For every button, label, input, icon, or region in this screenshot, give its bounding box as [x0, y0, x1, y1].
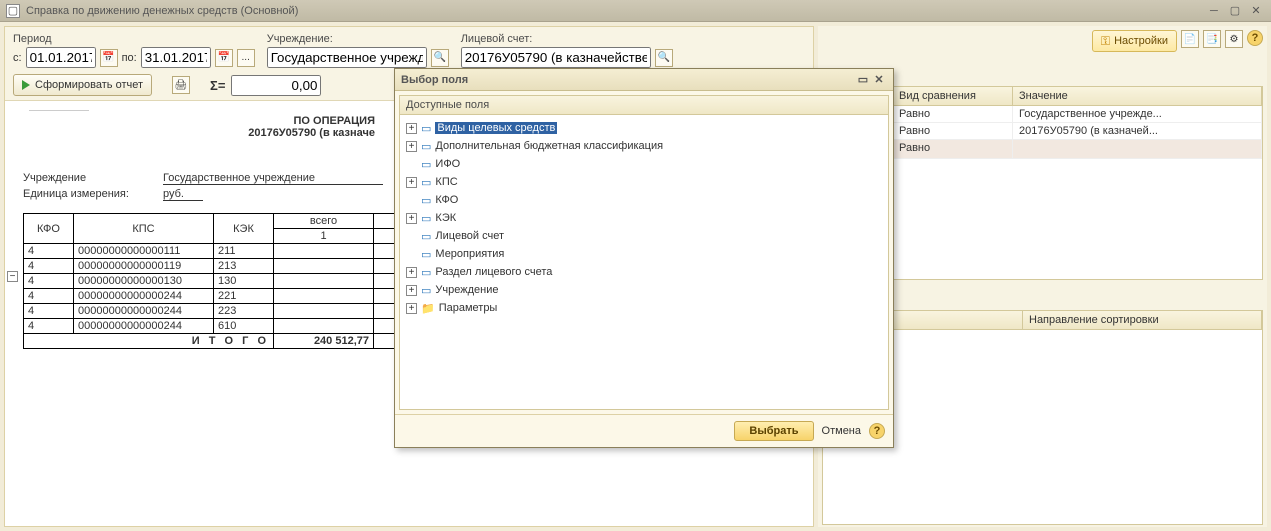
- col-vsego: всего: [274, 214, 374, 229]
- field-tree[interactable]: + ▭ Виды целевых средств + ▭ Дополнитель…: [400, 115, 888, 409]
- node-icon: ▭: [421, 266, 431, 279]
- account-input[interactable]: [461, 47, 651, 68]
- node-icon: ▭: [421, 248, 431, 261]
- tree-item[interactable]: ▭ Мероприятия: [406, 245, 882, 263]
- account-label: Лицевой счет:: [461, 33, 673, 45]
- tree-item[interactable]: + ▭ Виды целевых средств: [406, 119, 882, 137]
- report-heading-2: 20176У05790 (в казначе: [23, 127, 375, 139]
- expand-icon[interactable]: +: [406, 303, 417, 314]
- info-unit-val: руб.: [163, 188, 203, 201]
- tree-item[interactable]: ▭ ИФО: [406, 155, 882, 173]
- run-report-button[interactable]: Сформировать отчет: [13, 74, 152, 96]
- org-lookup-icon[interactable]: 🔍: [431, 49, 449, 67]
- tree-item[interactable]: + ▭ КЭК: [406, 209, 882, 227]
- period-label: Период: [13, 33, 255, 45]
- expand-icon[interactable]: +: [406, 267, 417, 278]
- to-label: по:: [122, 52, 137, 64]
- tree-item[interactable]: ▭ КФО: [406, 191, 882, 209]
- key-icon: ⚿: [1101, 34, 1110, 49]
- node-icon: ▭: [421, 158, 431, 171]
- sum-display: [231, 75, 321, 96]
- node-icon: ▭: [421, 212, 431, 225]
- date-from-input[interactable]: [26, 47, 96, 68]
- node-icon: ▭: [421, 194, 431, 207]
- minimize-button[interactable]: ─: [1205, 5, 1223, 17]
- rp-icon-2[interactable]: 📑: [1203, 30, 1221, 48]
- dialog-ok-button[interactable]: Выбрать: [734, 421, 813, 441]
- window-title: Справка по движению денежных средств (Ос…: [26, 5, 298, 17]
- play-icon: [22, 80, 30, 90]
- help-icon[interactable]: ?: [1247, 30, 1263, 46]
- node-icon: ▭: [421, 122, 431, 135]
- col-cmp: Вид сравнения: [893, 87, 1013, 105]
- dialog-subtitle: Доступные поля: [400, 96, 888, 115]
- calendar-from-icon[interactable]: 📅: [100, 49, 118, 67]
- sigma-label: Σ=: [210, 78, 225, 93]
- maximize-button[interactable]: ▢: [1226, 4, 1244, 17]
- rp-icon-3[interactable]: ⚙: [1225, 30, 1243, 48]
- print-button[interactable]: 🖨: [172, 76, 190, 94]
- info-unit-key: Единица измерения:: [23, 188, 153, 201]
- tree-item[interactable]: + ▭ Дополнительная бюджетная классификац…: [406, 137, 882, 155]
- dialog-close-button[interactable]: ✕: [871, 73, 887, 86]
- expand-icon[interactable]: +: [406, 285, 417, 296]
- node-icon: ▭: [421, 140, 431, 153]
- node-icon: ▭: [421, 230, 431, 243]
- org-input[interactable]: [267, 47, 427, 68]
- field-chooser-dialog: Выбор поля ▭ ✕ Доступные поля + ▭ Виды ц…: [394, 68, 894, 448]
- tree-item[interactable]: ▭ Лицевой счет: [406, 227, 882, 245]
- date-to-input[interactable]: [141, 47, 211, 68]
- expand-icon[interactable]: +: [406, 177, 417, 188]
- expand-icon[interactable]: +: [406, 141, 417, 152]
- expand-icon[interactable]: +: [406, 123, 417, 134]
- settings-button[interactable]: ⚿ Настройки: [1092, 30, 1177, 52]
- report-heading-1: ПО ОПЕРАЦИЯ: [23, 115, 375, 127]
- tree-item[interactable]: + ▭ Раздел лицевого счета: [406, 263, 882, 281]
- dialog-help-icon[interactable]: ?: [869, 423, 885, 439]
- col-val: Значение: [1013, 87, 1262, 105]
- dialog-title: Выбор поля: [401, 74, 468, 86]
- from-label: с:: [13, 52, 22, 64]
- calendar-to-icon[interactable]: 📅: [215, 49, 233, 67]
- dialog-restore-button[interactable]: ▭: [855, 73, 871, 86]
- window-titlebar: ▢ Справка по движению денежных средств (…: [0, 0, 1271, 22]
- account-lookup-icon[interactable]: 🔍: [655, 49, 673, 67]
- col-sort: Направление сортировки: [1023, 311, 1262, 329]
- outline-collapse-button[interactable]: −: [7, 271, 18, 282]
- expand-icon[interactable]: +: [406, 213, 417, 224]
- tree-item[interactable]: + ▭ Учреждение: [406, 281, 882, 299]
- info-org-val: Государственное учреждение: [163, 172, 383, 185]
- col-kfo: КФО: [24, 214, 74, 244]
- close-button[interactable]: ✕: [1247, 4, 1265, 17]
- node-icon: ▭: [421, 284, 431, 297]
- tree-item[interactable]: + 📁 Параметры: [406, 299, 882, 317]
- filter-bar: Период с: 📅 по: 📅 ... Учреждение: 🔍: [5, 27, 813, 70]
- period-dots-button[interactable]: ...: [237, 49, 255, 67]
- col-kps: КПС: [74, 214, 214, 244]
- app-icon: ▢: [6, 4, 20, 18]
- org-label: Учреждение:: [267, 33, 449, 45]
- dialog-cancel-button[interactable]: Отмена: [822, 425, 861, 437]
- rp-icon-1[interactable]: 📄: [1181, 30, 1199, 48]
- subcol-1: 1: [274, 229, 374, 244]
- col-kek: КЭК: [214, 214, 274, 244]
- tree-item[interactable]: + ▭ КПС: [406, 173, 882, 191]
- node-icon: ▭: [421, 176, 431, 189]
- folder-icon: 📁: [421, 302, 435, 315]
- info-org-key: Учреждение: [23, 172, 153, 185]
